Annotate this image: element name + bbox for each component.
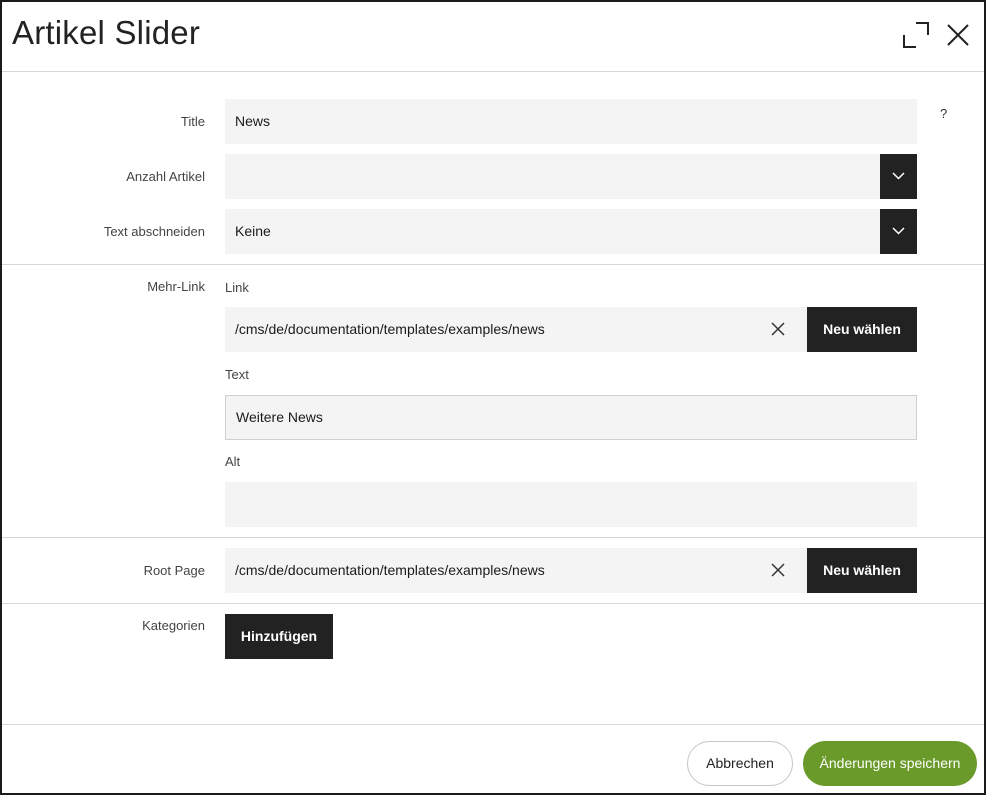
- divider: [2, 603, 984, 604]
- close-icon[interactable]: [944, 21, 972, 49]
- kategorien-label: Kategorien: [142, 618, 205, 633]
- text-input[interactable]: Weitere News: [225, 395, 917, 440]
- divider: [2, 537, 984, 538]
- expand-icon[interactable]: [902, 21, 930, 49]
- text-label: Text: [225, 367, 249, 382]
- alt-label: Alt: [225, 454, 241, 469]
- save-changes-button[interactable]: Änderungen speichern: [803, 741, 977, 786]
- anzahl-artikel-label: Anzahl Artikel: [126, 169, 205, 184]
- cancel-button[interactable]: Abbrechen: [687, 741, 793, 786]
- anzahl-artikel-dropdown-button[interactable]: [880, 154, 917, 199]
- text-abschneiden-select[interactable]: Keine: [225, 209, 880, 254]
- footer-divider: [2, 724, 984, 725]
- chevron-down-icon: [892, 227, 905, 235]
- dialog-header: Artikel Slider: [2, 2, 984, 72]
- link-label: Link: [225, 280, 249, 295]
- title-label: Title: [180, 114, 205, 129]
- title-input[interactable]: News: [225, 99, 917, 144]
- text-abschneiden-dropdown-button[interactable]: [880, 209, 917, 254]
- text-abschneiden-label: Text abschneiden: [103, 224, 205, 239]
- clear-root-page-icon[interactable]: [769, 561, 787, 579]
- root-page-input[interactable]: /cms/de/documentation/templates/examples…: [225, 548, 807, 593]
- root-page-choose-button[interactable]: Neu wählen: [807, 548, 917, 593]
- help-icon[interactable]: ?: [940, 106, 947, 121]
- dialog: Artikel Slider ? Title News Anzahl Artik…: [0, 0, 986, 795]
- dialog-title: Artikel Slider: [12, 14, 201, 51]
- add-category-button[interactable]: Hinzufügen: [225, 614, 333, 659]
- anzahl-artikel-select[interactable]: [225, 154, 880, 199]
- clear-link-icon[interactable]: [769, 320, 787, 338]
- divider: [2, 264, 984, 265]
- root-page-label: Root Page: [143, 563, 205, 578]
- link-input[interactable]: /cms/de/documentation/templates/examples…: [225, 307, 807, 352]
- mehr-link-label: Mehr-Link: [147, 279, 205, 294]
- alt-input[interactable]: [225, 482, 917, 527]
- link-choose-button[interactable]: Neu wählen: [807, 307, 917, 352]
- chevron-down-icon: [892, 172, 905, 180]
